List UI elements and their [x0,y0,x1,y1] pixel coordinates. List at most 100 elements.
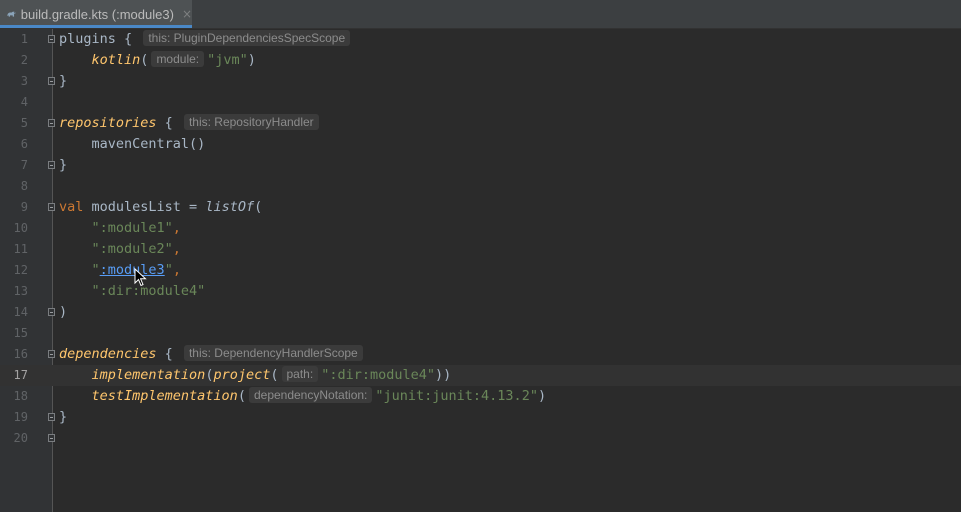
token-paren: ) [247,52,256,68]
code-text: ) [59,302,67,323]
line-number: 20 [13,431,28,445]
code-text: } [59,407,67,428]
line-number: 4 [20,95,28,109]
line-number: 9 [20,200,28,214]
token-modules-list: modulesList = [83,199,206,215]
code-text: dependencies { this: DependencyHandlerSc… [59,344,366,365]
token-paren: ) [537,388,547,404]
inlay-hint: this: PluginDependenciesSpecScope [143,30,351,46]
line-number: 13 [13,284,28,298]
active-tab-indicator [0,25,192,28]
line-number: 14 [13,305,28,319]
code-text: val modulesList = listOf( [59,197,262,218]
fold-icon[interactable] [48,434,55,442]
line-number: 18 [13,389,28,403]
inlay-hint: module: [151,51,205,67]
mouse-pointer-icon [134,268,147,287]
code-line: 11 ":module2", [0,239,961,260]
code-text: repositories { this: RepositoryHandler [59,113,322,134]
token-plugins: plugins [59,31,116,47]
token-dependencies: dependencies [59,346,157,362]
token-string: ":module2" [91,241,173,257]
token-kotlin: kotlin [91,52,141,68]
line-number: 12 [13,263,28,277]
token-string: "jvm" [207,52,248,68]
line-number: 2 [20,53,28,67]
inlay-hint: this: RepositoryHandler [183,114,319,130]
code-text: } [59,71,67,92]
token-quote: " [91,262,100,278]
fold-icon[interactable] [48,77,55,85]
token-comma: , [172,241,181,257]
token-repositories: repositories [59,115,157,131]
token-project: project [213,367,271,383]
code-text: kotlin(module: "jvm") [59,50,256,71]
line-number: 8 [20,179,28,193]
line-number: 1 [20,32,28,46]
token-maven-central: mavenCentral() [91,136,206,152]
token-comma: , [172,220,181,236]
code-line: 9 val modulesList = listOf( [0,197,961,218]
fold-icon[interactable] [48,35,55,43]
gradle-icon [7,11,16,17]
token-paren: )) [435,367,452,383]
token-paren: ( [270,367,279,383]
token-brace: } [59,409,68,425]
line-number: 3 [20,74,28,88]
tab-build-gradle-kts[interactable]: build.gradle.kts (:module3) × [0,0,192,28]
code-line-current: 17 implementation(project(path: ":dir:mod… [0,365,961,386]
line-number: 17 [13,368,28,382]
token-brace: { [156,346,173,362]
code-text: ":module1", [59,218,181,239]
code-line: 16 dependencies { this: DependencyHandle… [0,344,961,365]
code-line: 8 [0,176,961,197]
fold-icon[interactable] [48,308,55,316]
fold-icon[interactable] [48,350,55,358]
code-line: 19 } [0,407,961,428]
inlay-hint: dependencyNotation: [248,387,373,403]
token-quote: " [164,262,173,278]
code-text: testImplementation(dependencyNotation: "j… [59,386,546,407]
module3-link[interactable]: :module3 [100,262,165,278]
token-brace: { [156,115,173,131]
code-line: 18 testImplementation(dependencyNotation… [0,386,961,407]
token-paren: ( [237,388,246,404]
code-line: 15 [0,323,961,344]
fold-icon[interactable] [48,203,55,211]
inlay-hint: path: [281,366,319,382]
token-brace: } [59,157,68,173]
code-line: 4 [0,92,961,113]
token-string: ":dir:module4" [91,283,206,299]
close-icon[interactable]: × [182,7,192,21]
token-string: ":module1" [91,220,173,236]
code-line: 20 [0,428,961,449]
inlay-hint: this: DependencyHandlerScope [183,345,363,361]
token-test-implementation: testImplementation [91,388,238,404]
token-string: ":dir:module4" [321,367,435,383]
code-text: implementation(project(path: ":dir:module… [59,365,451,386]
token-brace: { [115,31,133,47]
code-line: 1 plugins { this: PluginDependenciesSpec… [0,29,961,50]
fold-icon[interactable] [48,161,55,169]
fold-icon[interactable] [48,119,55,127]
code-line: 14 ) [0,302,961,323]
fold-icon[interactable] [48,413,55,421]
code-text: ":dir:module4" [59,281,206,302]
code-line: 6 mavenCentral() [0,134,961,155]
code-line: 2 kotlin(module: "jvm") [0,50,961,71]
line-number: 6 [20,137,28,151]
token-brace: } [59,73,68,89]
token-list-of: listOf [205,199,255,215]
code-line: 3 } [0,71,961,92]
token-val: val [59,199,84,215]
token-paren: ( [140,52,149,68]
line-number: 19 [13,410,28,424]
code-line: 7 } [0,155,961,176]
code-text: ":module3", [59,260,181,281]
tab-title: build.gradle.kts (:module3) [20,6,174,22]
line-number: 5 [20,116,28,130]
editor-tab-bar: build.gradle.kts (:module3) × [0,0,961,29]
token-paren: ( [254,199,263,215]
code-text: mavenCentral() [59,134,206,155]
code-line: 5 repositories { this: RepositoryHandler [0,113,961,134]
